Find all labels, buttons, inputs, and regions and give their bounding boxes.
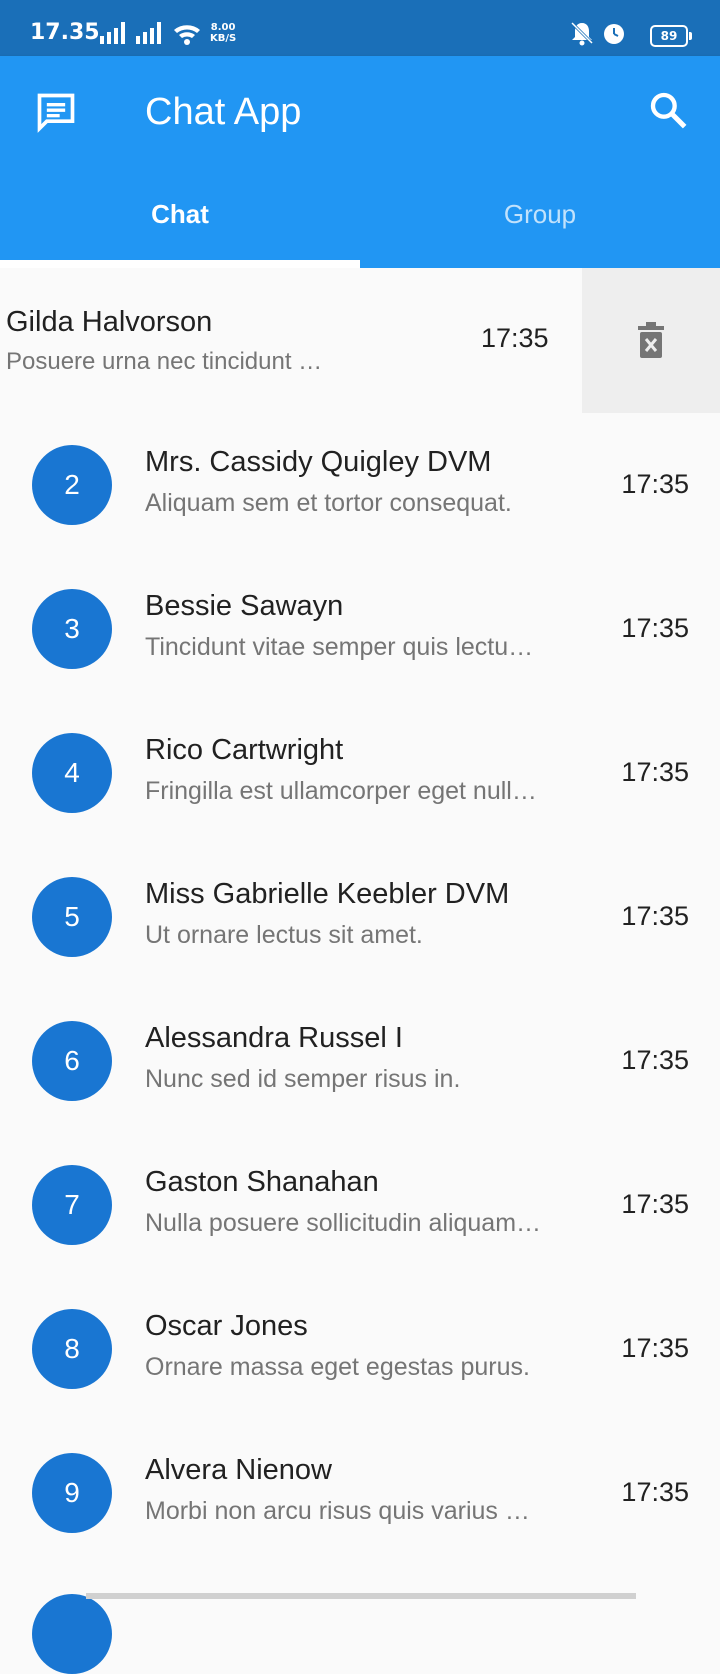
tab-chat[interactable]: Chat: [0, 186, 360, 268]
scroll-edge-bar: [86, 1593, 636, 1599]
chat-name: Alessandra Russel I: [145, 1022, 403, 1054]
avatar: 4: [32, 733, 112, 813]
battery-indicator: 89: [650, 25, 692, 47]
chat-name: Oscar Jones: [145, 1310, 308, 1342]
chat-name: Rico Cartwright: [145, 734, 344, 766]
chat-name: Gilda Halvorson: [6, 306, 213, 338]
chat-time: 17:35: [621, 613, 689, 643]
chat-time: 17:35: [621, 1189, 689, 1219]
chat-time: 17:35: [621, 469, 689, 499]
cell-signal-icon: [100, 22, 200, 45]
search-icon[interactable]: [648, 90, 688, 130]
avatar: 9: [32, 1453, 112, 1533]
signal-icons: [100, 20, 210, 46]
list-item[interactable]: 6 Alessandra Russel I Nunc sed id semper…: [0, 989, 720, 1133]
chat-time: 17:35: [621, 1477, 689, 1507]
chat-message: Fringilla est ullamcorper eget null…: [145, 777, 537, 805]
mute-alarm-icon: [570, 21, 624, 46]
chat-message: Morbi non arcu risus quis varius …: [145, 1497, 530, 1525]
avatar: 8: [32, 1309, 112, 1389]
chat-message: Ut ornare lectus sit amet.: [145, 921, 423, 949]
chat-list: Gilda Halvorson Posuere urna nec tincidu…: [0, 268, 720, 1565]
chat-time: 17:35: [481, 323, 549, 353]
list-item-swiped[interactable]: Gilda Halvorson Posuere urna nec tincidu…: [0, 268, 720, 413]
list-item[interactable]: 3 Bessie Sawayn Tincidunt vitae semper q…: [0, 557, 720, 701]
avatar: 6: [32, 1021, 112, 1101]
avatar: 7: [32, 1165, 112, 1245]
chat-name: Gaston Shanahan: [145, 1166, 379, 1198]
list-item[interactable]: 4 Rico Cartwright Fringilla est ullamcor…: [0, 701, 720, 845]
chat-message: Posuere urna nec tincidunt …: [6, 348, 323, 375]
delete-button[interactable]: [582, 268, 720, 413]
avatar: [32, 1594, 112, 1674]
avatar: 2: [32, 445, 112, 525]
chat-message: Nulla posuere sollicitudin aliquam…: [145, 1209, 542, 1237]
list-item[interactable]: 9 Alvera Nienow Morbi non arcu risus qui…: [0, 1421, 720, 1565]
chat-time: 17:35: [621, 757, 689, 787]
list-item[interactable]: 5 Miss Gabrielle Keebler DVM Ut ornare l…: [0, 845, 720, 989]
list-item[interactable]: 8 Oscar Jones Ornare massa eget egestas …: [0, 1277, 720, 1421]
status-right-icons: [570, 20, 630, 50]
chat-name: Bessie Sawayn: [145, 590, 344, 622]
net-speed: 8.00 KB/S: [210, 22, 237, 44]
chat-time: 17:35: [621, 1333, 689, 1363]
chat-name: Alvera Nienow: [145, 1454, 332, 1486]
chat-name: Mrs. Cassidy Quigley DVM: [145, 446, 492, 478]
tab-chat-label: Chat: [151, 199, 209, 229]
list-item[interactable]: 2 Mrs. Cassidy Quigley DVM Aliquam sem e…: [0, 413, 720, 557]
tab-group[interactable]: Group: [360, 186, 720, 268]
list-item[interactable]: 7 Gaston Shanahan Nulla posuere sollicit…: [0, 1133, 720, 1277]
status-bar: 17.35 8.00 KB/S 89: [0, 0, 720, 56]
tab-indicator: [0, 260, 360, 268]
app-bar: Chat App Chat Group: [0, 56, 720, 268]
app-title: Chat App: [145, 91, 302, 133]
chat-message: Ornare massa eget egestas purus.: [145, 1353, 530, 1381]
status-time: 17.35: [30, 20, 100, 45]
next-list-item-peek: [0, 1590, 720, 1674]
chat-message: Nunc sed id semper risus in.: [145, 1065, 461, 1093]
avatar: 5: [32, 877, 112, 957]
tab-group-label: Group: [503, 199, 577, 229]
chat-time: 17:35: [621, 1045, 689, 1075]
chat-name: Miss Gabrielle Keebler DVM: [145, 878, 510, 910]
chat-message: Tincidunt vitae semper quis lectu…: [145, 633, 534, 661]
avatar: 3: [32, 589, 112, 669]
chat-bubble-icon[interactable]: [34, 90, 78, 134]
chat-message: Aliquam sem et tortor consequat.: [145, 489, 512, 517]
delete-icon: [637, 320, 665, 360]
chat-time: 17:35: [621, 901, 689, 931]
